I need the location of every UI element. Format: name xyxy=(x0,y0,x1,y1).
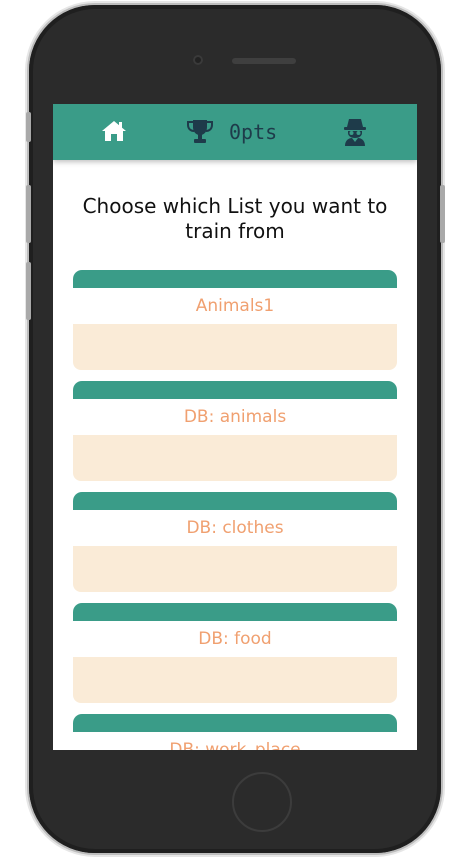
phone-home-button[interactable] xyxy=(232,772,292,832)
volume-up-button xyxy=(26,185,31,243)
points-counter: 0pts xyxy=(229,120,278,144)
card-title[interactable]: DB: food xyxy=(73,621,397,657)
card-body xyxy=(73,657,397,703)
list-card-db-work-place[interactable]: DB: work_place xyxy=(73,714,397,750)
power-button xyxy=(440,185,445,243)
speaker xyxy=(232,58,296,64)
list-container: Animals1 DB: animals DB: clothes DB: foo… xyxy=(73,270,397,750)
card-header-bar xyxy=(73,381,397,399)
spy-icon[interactable] xyxy=(343,118,367,150)
card-title[interactable]: Animals1 xyxy=(73,288,397,324)
card-header-bar xyxy=(73,270,397,288)
list-card-db-food[interactable]: DB: food xyxy=(73,603,397,714)
top-bar: 0pts xyxy=(53,104,417,160)
card-body xyxy=(73,324,397,370)
card-title[interactable]: DB: work_place xyxy=(73,732,397,750)
home-icon[interactable] xyxy=(100,119,128,147)
page-heading: Choose which List you want to train from xyxy=(82,194,388,243)
card-title[interactable]: DB: clothes xyxy=(73,510,397,546)
card-title[interactable]: DB: animals xyxy=(73,399,397,435)
card-header-bar xyxy=(73,492,397,510)
list-card-db-animals[interactable]: DB: animals xyxy=(73,381,397,492)
camera xyxy=(193,55,203,65)
trophy-icon[interactable] xyxy=(186,118,214,149)
mute-switch xyxy=(26,112,31,142)
card-body xyxy=(73,546,397,592)
card-body xyxy=(73,435,397,481)
app-screen: 0pts Choose which List you want to train… xyxy=(53,104,417,750)
list-card-animals1[interactable]: Animals1 xyxy=(73,270,397,381)
volume-down-button xyxy=(26,262,31,320)
card-header-bar xyxy=(73,714,397,732)
card-header-bar xyxy=(73,603,397,621)
list-card-db-clothes[interactable]: DB: clothes xyxy=(73,492,397,603)
